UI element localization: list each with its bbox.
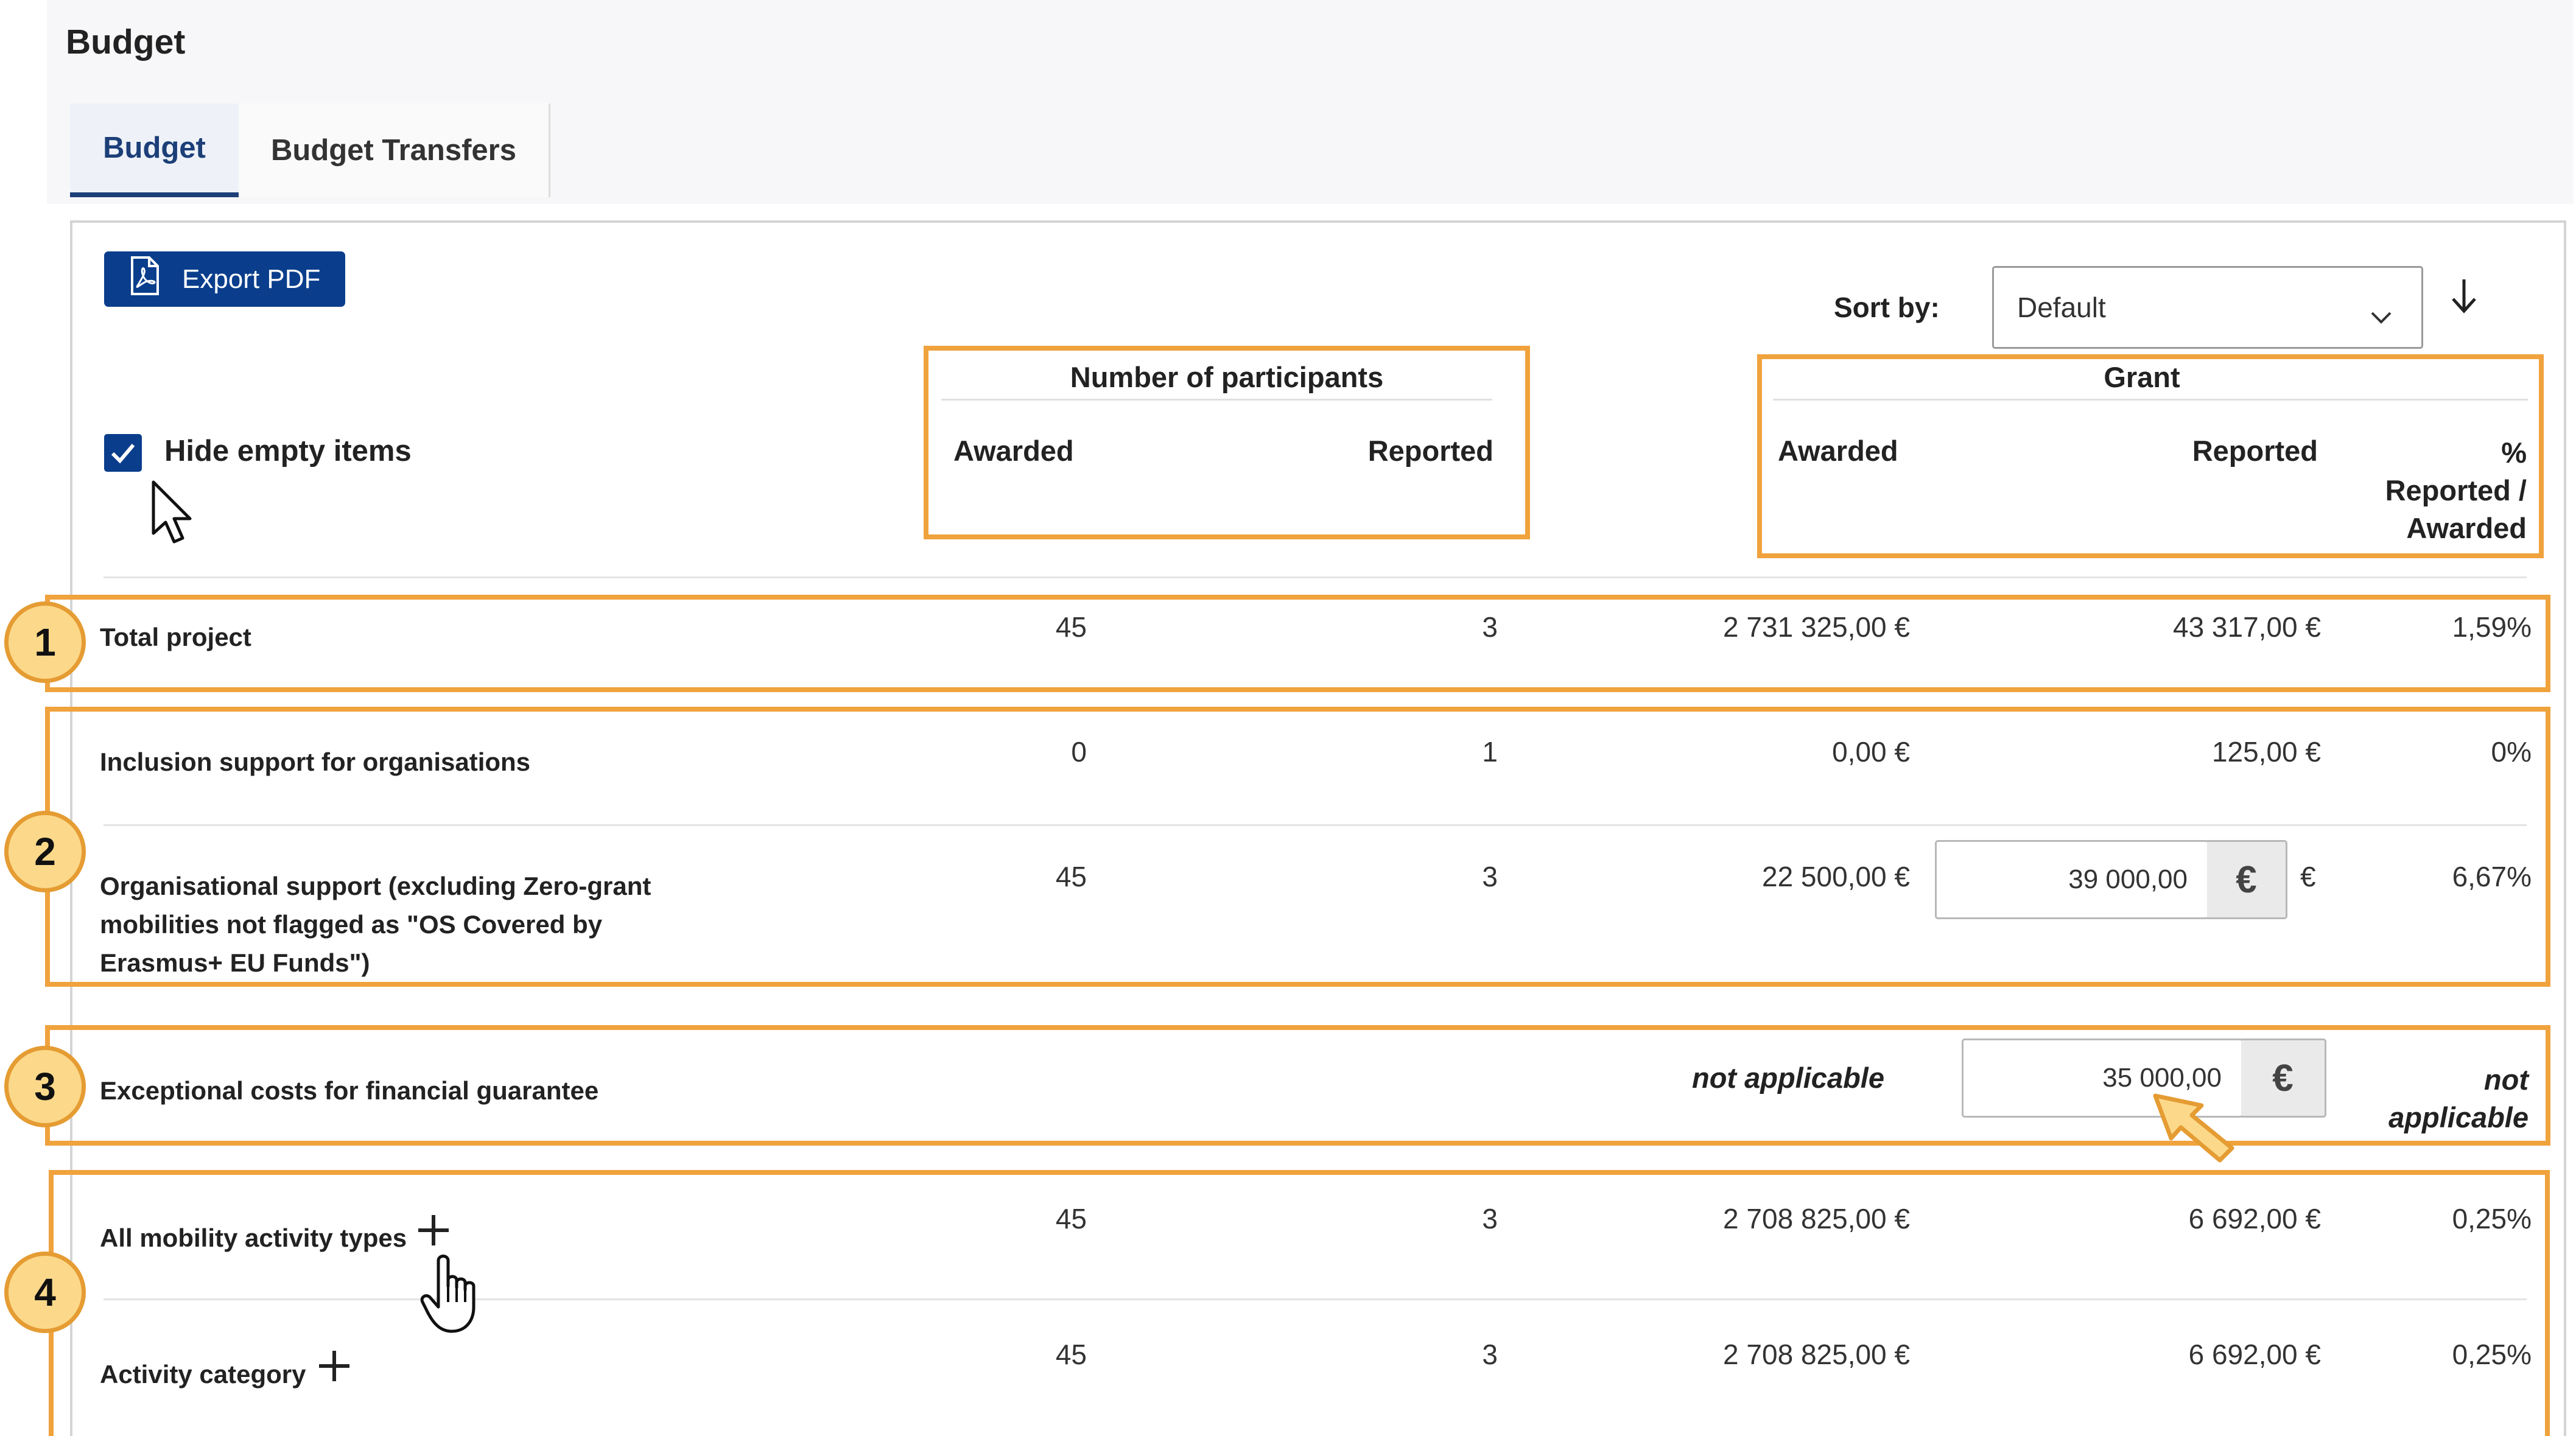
percent-header-line2: Reported / xyxy=(2385,474,2527,506)
tab-budget[interactable]: Budget xyxy=(70,103,239,197)
grant-header-divider xyxy=(1773,399,2528,401)
hide-empty-label: Hide empty items xyxy=(164,435,412,468)
category-grant-percent: 0,25% xyxy=(2452,1339,2532,1370)
grant-awarded-header: Awarded xyxy=(1778,435,1898,467)
mobility-grant-percent: 0,25% xyxy=(2452,1203,2532,1235)
export-pdf-button[interactable]: Export PDF xyxy=(104,251,345,307)
exceptional-percent-line2: applicable xyxy=(2388,1101,2529,1133)
org-support-label-line1: Organisational support (excluding Zero-g… xyxy=(100,872,651,900)
mobility-grant-awarded: 2 708 825,00 € xyxy=(1723,1203,1910,1235)
exceptional-grant-awarded: not applicable xyxy=(1692,1062,1884,1094)
exceptional-percent-line1: not xyxy=(2483,1063,2529,1096)
inclusion-grant-awarded: 0,00 € xyxy=(1832,736,1910,768)
plus-icon[interactable] xyxy=(416,1213,451,1251)
badge-2: 2 xyxy=(4,811,86,892)
total-grant-percent: 1,59% xyxy=(2452,611,2532,643)
row-label-inclusion-support: Inclusion support for organisations xyxy=(100,748,531,776)
inclusion-participants-reported: 1 xyxy=(1482,736,1498,768)
callout-arrow-icon xyxy=(2149,1090,2241,1166)
org-grant-percent: 6,67% xyxy=(2452,861,2532,892)
badge-4: 4 xyxy=(4,1252,86,1333)
row-label-exceptional-costs: Exceptional costs for financial guarante… xyxy=(100,1076,599,1105)
participants-reported-header: Reported xyxy=(1367,435,1493,467)
plus-icon[interactable] xyxy=(317,1348,352,1387)
percent-header-line3: Awarded xyxy=(2406,512,2527,544)
grant-percent-header: % Reported / Awarded xyxy=(2350,434,2527,547)
sort-by-label: Sort by: xyxy=(1834,292,1940,323)
org-currency-suffix: € xyxy=(2300,861,2316,892)
total-participants-awarded: 45 xyxy=(1055,611,1087,643)
chevron-down-icon xyxy=(2370,298,2392,331)
org-grant-awarded: 22 500,00 € xyxy=(1761,861,1910,892)
arrow-down-icon[interactable] xyxy=(2449,277,2479,318)
participants-header-title: Number of participants xyxy=(1070,361,1384,393)
grant-header-title: Grant xyxy=(2104,361,2180,393)
inclusion-grant-reported: 125,00 € xyxy=(2211,736,2321,768)
mobility-participants-reported: 3 xyxy=(1482,1203,1498,1235)
row-label-organisational-support: Organisational support (excluding Zero-g… xyxy=(100,867,651,982)
mobility-participants-awarded: 45 xyxy=(1055,1203,1087,1235)
org-support-label-line2: mobilities not flagged as "OS Covered by xyxy=(100,910,603,939)
mobility-grant-reported: 6 692,00 € xyxy=(2188,1203,2321,1235)
hide-empty-checkbox[interactable] xyxy=(104,434,142,472)
row-separator xyxy=(104,824,2527,826)
euro-addon: € xyxy=(2207,840,2287,919)
arrow-cursor-icon xyxy=(150,480,198,550)
org-support-label-line3: Erasmus+ EU Funds") xyxy=(100,948,370,977)
category-participants-awarded: 45 xyxy=(1055,1339,1087,1370)
sort-by-select[interactable]: Default xyxy=(1992,266,2423,349)
header-separator xyxy=(104,576,2527,578)
inclusion-grant-percent: 0% xyxy=(2491,736,2532,768)
tab-budget-transfers[interactable]: Budget Transfers xyxy=(239,103,550,197)
total-grant-reported: 43 317,00 € xyxy=(2172,611,2321,643)
total-participants-reported: 3 xyxy=(1482,611,1498,643)
inclusion-participants-awarded: 0 xyxy=(1071,736,1087,768)
row-label-all-mobility: All mobility activity types xyxy=(100,1224,407,1252)
category-grant-awarded: 2 708 825,00 € xyxy=(1723,1339,1910,1370)
org-participants-awarded: 45 xyxy=(1055,861,1087,892)
row-label-activity-category: Activity category xyxy=(100,1360,306,1389)
org-participants-reported: 3 xyxy=(1482,861,1498,892)
euro-addon: € xyxy=(2241,1038,2326,1118)
percent-header-line1: % xyxy=(2501,436,2527,469)
pdf-icon xyxy=(130,256,160,302)
category-grant-reported: 6 692,00 € xyxy=(2188,1339,2321,1370)
total-grant-awarded: 2 731 325,00 € xyxy=(1723,611,1910,643)
org-grant-reported-input[interactable]: 39 000,00 xyxy=(1935,840,2209,919)
participants-awarded-header: Awarded xyxy=(953,435,1074,467)
category-participants-reported: 3 xyxy=(1482,1339,1498,1370)
hand-cursor-icon xyxy=(420,1251,487,1339)
sort-by-value: Default xyxy=(2017,292,2106,323)
exceptional-grant-percent: not applicable xyxy=(2344,1061,2529,1137)
checkmark-icon xyxy=(111,444,135,464)
row-label-total-project: Total project xyxy=(100,623,251,651)
badge-1: 1 xyxy=(4,601,86,683)
participants-header-divider xyxy=(941,399,1492,401)
export-pdf-label: Export PDF xyxy=(182,264,321,294)
grant-reported-header: Reported xyxy=(2192,435,2318,467)
page-title: Budget xyxy=(66,23,186,61)
badge-3: 3 xyxy=(4,1046,86,1127)
